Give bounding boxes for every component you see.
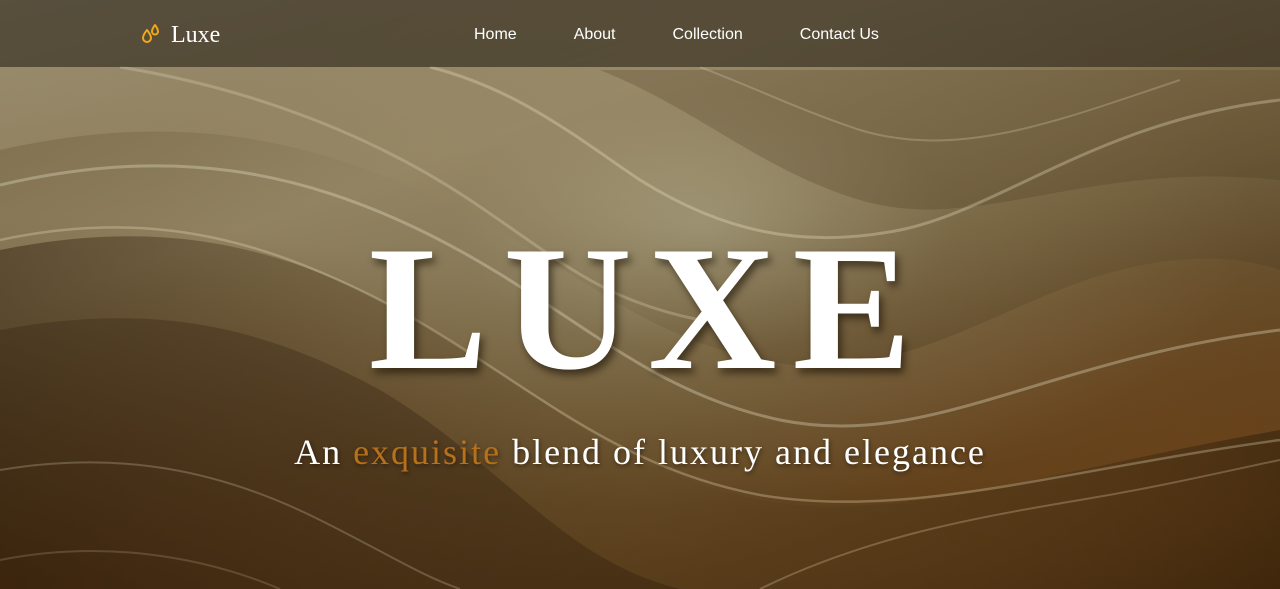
- main-nav: Home About Collection Contact Us: [474, 24, 879, 46]
- nav-link-home[interactable]: Home: [474, 24, 517, 46]
- hero-section: Luxe Home About Collection Contact Us LU…: [0, 0, 1280, 589]
- droplets-icon: [142, 24, 159, 43]
- hero-tagline: An exquisite blend of luxury and eleganc…: [0, 428, 1280, 476]
- nav-link-about[interactable]: About: [574, 24, 616, 46]
- tagline-rest: blend of luxury and elegance: [501, 432, 986, 472]
- tagline-lead: An: [294, 432, 354, 472]
- brand-name: Luxe: [171, 22, 221, 48]
- tagline-accent-word: exquisite: [353, 432, 502, 472]
- top-navigation-bar: Luxe Home About Collection Contact Us: [0, 0, 1280, 67]
- nav-link-contact-us[interactable]: Contact Us: [800, 24, 879, 46]
- nav-link-collection[interactable]: Collection: [673, 24, 743, 46]
- brand-logo[interactable]: Luxe: [140, 20, 220, 50]
- hero-title: LUXE: [368, 209, 928, 407]
